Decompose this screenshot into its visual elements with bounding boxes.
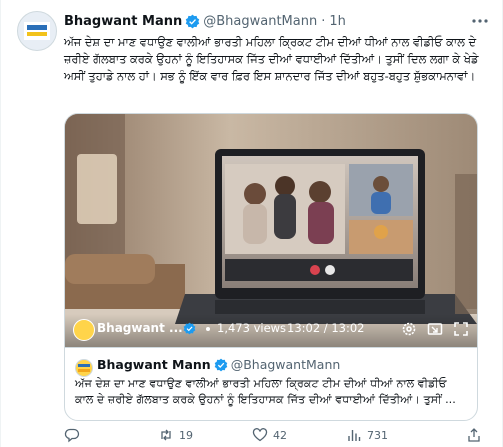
party-logo-icon [24,22,50,40]
heart-icon [252,428,268,442]
reply-icon [64,428,80,443]
verified-badge-icon [214,358,228,371]
separator-dot: · [321,13,326,29]
tweet-text: ਅੱਜ ਦੇਸ਼ ਦਾ ਮਾਣ ਵਧਾਉਣ ਵਾਲੀਆਂ ਭਾਰਤੀ ਮਹਿਲਾ… [64,35,479,83]
video-player[interactable]: Bhagwant ... 1,473 views 13:02 / 13:02 [65,114,477,347]
quoted-author-name: Bhagwant Mann [97,357,211,372]
tweet-header: Bhagwant Mann @BhagwantMann · 1h [64,11,346,31]
quoted-tweet-header: Bhagwant Mann @BhagwantMann [97,357,340,372]
more-icon[interactable] [471,14,489,28]
column-border-left [0,0,1,447]
retweet-button[interactable]: 19 [158,427,193,443]
channel-name[interactable]: Bhagwant ... [97,321,183,335]
video-thumbnail [65,114,477,347]
quoted-tweet[interactable]: Bhagwant Mann @BhagwantMann ਅੱਜ ਦੇਸ਼ ਦਾ … [65,347,477,420]
pip-icon[interactable] [427,321,443,337]
bar-chart-icon [348,430,361,441]
quoted-author-avatar [75,359,93,377]
share-icon [468,428,480,442]
fullscreen-icon[interactable] [453,321,469,337]
share-button[interactable] [466,427,487,443]
like-count: 42 [273,428,287,442]
gear-icon[interactable] [401,321,417,337]
views-dot-icon [206,327,210,331]
tweet-timestamp[interactable]: 1h [329,14,346,29]
media-card[interactable]: Bhagwant ... 1,473 views 13:02 / 13:02 B… [64,113,478,421]
tweet-action-bar: 19 42 731 [64,427,488,445]
video-view-count: 1,473 views [217,321,287,335]
views-button[interactable]: 731 [346,427,388,443]
verified-badge-icon [186,14,200,28]
retweet-count: 19 [179,428,193,442]
author-avatar[interactable] [17,11,57,51]
channel-avatar[interactable] [73,319,95,341]
author-handle[interactable]: @BhagwantMann [203,14,317,29]
quoted-tweet-text: ਅੱਜ ਦੇਸ਼ ਦਾ ਮਾਣ ਵਧਾਉਣ ਵਾਲੀਆਂ ਭਾਰਤੀ ਮਹਿਲਾ… [75,377,456,406]
author-name[interactable]: Bhagwant Mann [64,14,182,29]
view-count: 731 [367,428,388,442]
reply-button[interactable] [64,427,85,443]
like-button[interactable]: 42 [252,427,287,443]
quoted-author-handle: @BhagwantMann [230,357,341,372]
verified-badge-icon [183,322,196,335]
retweet-icon [161,429,171,441]
party-logo-icon [78,364,90,372]
video-time: 13:02 / 13:02 [287,321,365,335]
